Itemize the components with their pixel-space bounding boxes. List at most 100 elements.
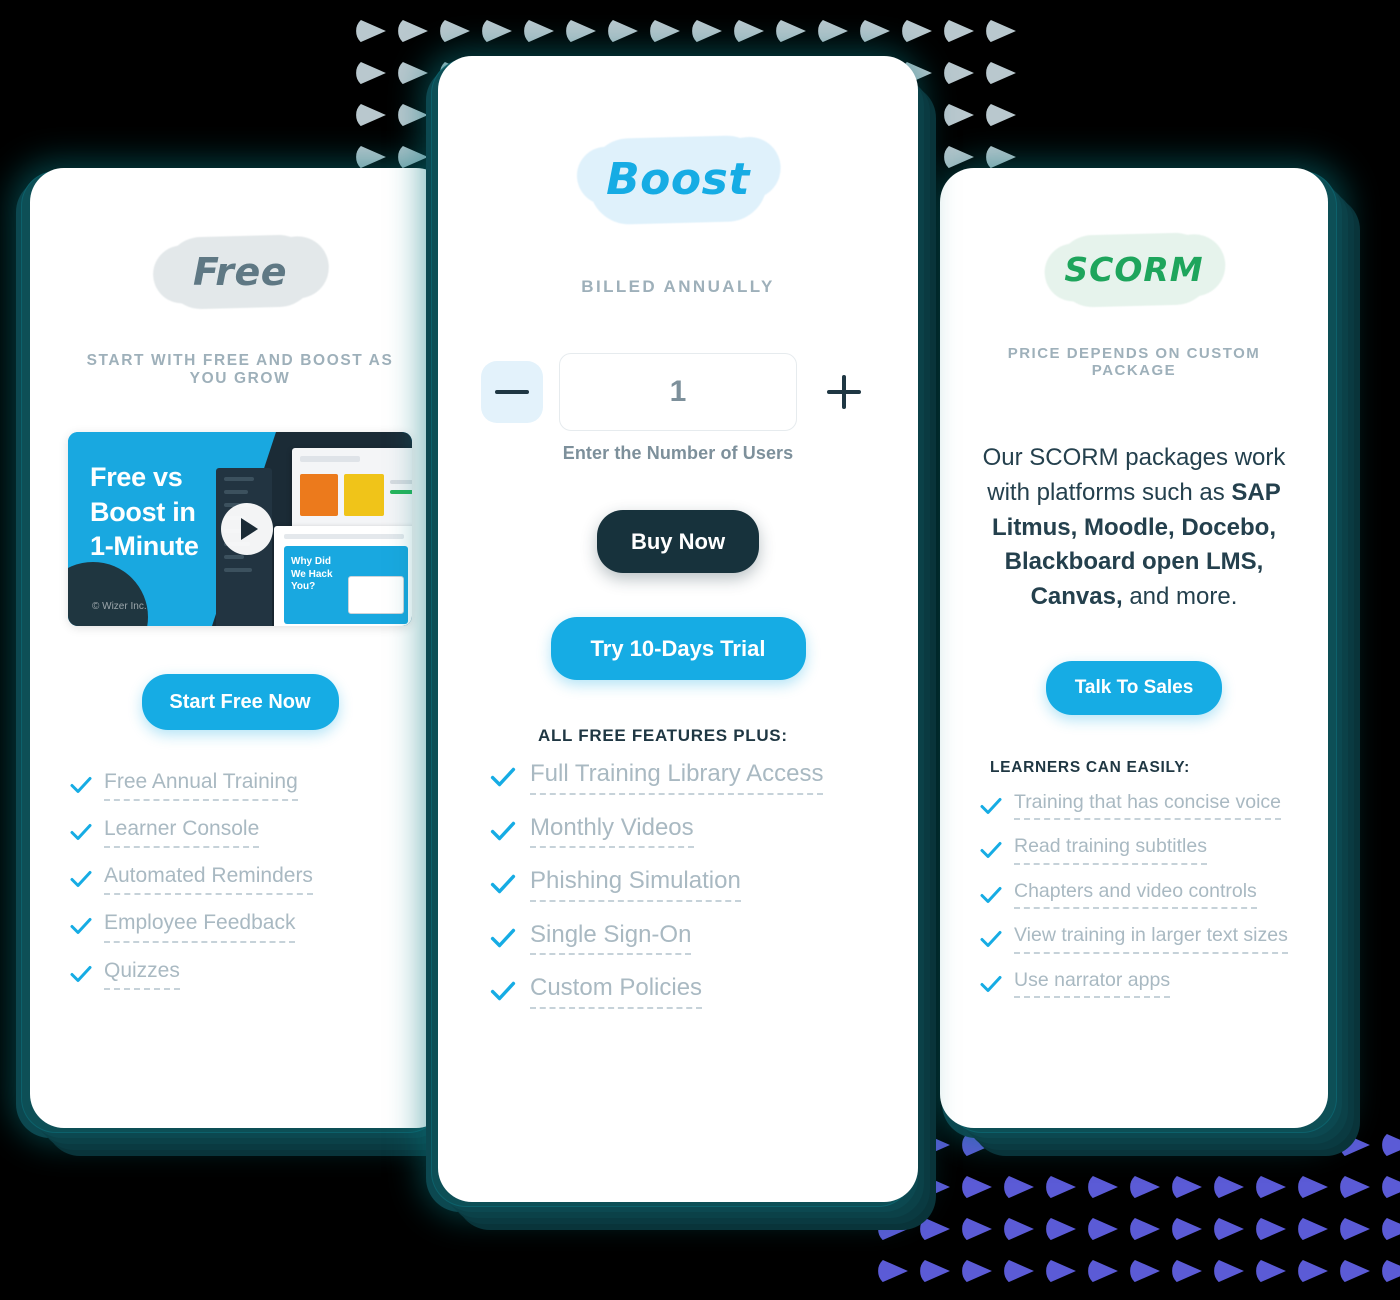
increment-button[interactable] xyxy=(813,361,875,423)
buy-now-button[interactable]: Buy Now xyxy=(597,510,759,573)
try-trial-button[interactable]: Try 10-Days Trial xyxy=(550,617,806,680)
check-icon xyxy=(68,866,94,892)
feature-label: Quizzes xyxy=(104,959,180,990)
decorative-dot xyxy=(1130,1131,1160,1159)
list-item: Use narrator apps xyxy=(978,969,1290,999)
decorative-dot xyxy=(1046,1215,1076,1243)
decorative-dot xyxy=(920,1131,950,1159)
decorative-dot xyxy=(944,101,974,129)
video-screenshot-2: Why Did We Hack You? xyxy=(274,526,412,626)
features-heading-scorm: LEARNERS CAN EASILY: xyxy=(990,758,1191,776)
decorative-dot xyxy=(608,17,638,45)
decorative-dot xyxy=(482,17,512,45)
decorative-dot xyxy=(1340,1173,1370,1201)
decorative-dot xyxy=(1172,1215,1202,1243)
feature-label: Use narrator apps xyxy=(1014,969,1171,999)
feature-label: Full Training Library Access xyxy=(530,760,824,795)
decorative-dot xyxy=(1004,1131,1034,1159)
feature-label: Monthly Videos xyxy=(530,814,694,849)
check-icon xyxy=(488,762,518,792)
feature-label: View training in larger text sizes xyxy=(1014,924,1288,954)
decorative-dot xyxy=(566,17,596,45)
decorative-dot xyxy=(920,1215,950,1243)
video-title: Free vs Boost in 1-Minute xyxy=(90,460,199,564)
play-icon[interactable] xyxy=(220,503,273,555)
list-item: Chapters and video controls xyxy=(978,880,1290,910)
decorative-dot xyxy=(1340,1215,1370,1243)
decorative-dot xyxy=(1004,1257,1034,1285)
list-item: Quizzes xyxy=(68,959,412,990)
features-list-boost: ALL FREE FEATURES PLUS: Full Training Li… xyxy=(476,726,880,1028)
decorative-dot xyxy=(944,17,974,45)
list-item: Custom Policies xyxy=(488,974,880,1009)
decorative-dot xyxy=(986,17,1016,45)
decorative-dot xyxy=(398,59,428,87)
decorative-dot xyxy=(734,17,764,45)
decorative-dot xyxy=(1214,1257,1244,1285)
billing-note-boost: BILLED ANNUALLY xyxy=(581,277,775,296)
decorative-dot xyxy=(1130,1215,1160,1243)
check-icon xyxy=(978,882,1004,908)
check-icon xyxy=(978,926,1004,952)
plan-title-free-wrap: Free xyxy=(164,234,316,310)
decorative-dot xyxy=(1088,1257,1118,1285)
decorative-dot xyxy=(1046,1173,1076,1201)
decorative-dot xyxy=(1172,1131,1202,1159)
list-item: Monthly Videos xyxy=(488,814,880,849)
decorative-dot xyxy=(1298,1131,1328,1159)
video-thumbnail-free[interactable]: Why Did We Hack You? Free vs Boost in 1-… xyxy=(68,432,412,626)
decorative-dot xyxy=(776,17,806,45)
video-inner-headline-l1: Why Did xyxy=(291,556,331,567)
list-item: Employee Feedback xyxy=(68,911,412,943)
billing-note-free: START WITH FREE AND BOOST AS YOU GROW xyxy=(86,352,394,387)
quantity-value: 1 xyxy=(669,375,687,408)
check-icon xyxy=(68,772,94,798)
decorative-dot xyxy=(1214,1215,1244,1243)
feature-label: Employee Feedback xyxy=(104,911,296,943)
decorative-dot xyxy=(356,17,386,45)
plan-title-boost: Boost xyxy=(606,154,750,205)
features-list-scorm: LEARNERS CAN EASILY: Training that has c… xyxy=(978,759,1290,1013)
pricing-card-scorm: SCORM PRICE DEPENDS ON CUSTOM PACKAGE Ou… xyxy=(940,168,1328,1128)
decorative-dot xyxy=(962,1257,992,1285)
quantity-caption: Enter the Number of Users xyxy=(562,443,794,463)
check-icon xyxy=(68,913,94,939)
decorative-dot xyxy=(878,1215,908,1243)
decorative-dot xyxy=(944,59,974,87)
video-inner-headline-l3: You? xyxy=(291,581,316,592)
decorative-dot xyxy=(1298,1257,1328,1285)
decorative-dot xyxy=(1214,1131,1244,1159)
check-icon xyxy=(68,961,94,987)
feature-label: Learner Console xyxy=(104,817,260,849)
decorative-dot xyxy=(920,1173,950,1201)
video-title-line2: Boost in xyxy=(90,496,196,527)
decorative-dot xyxy=(1382,1131,1400,1159)
decrement-button[interactable] xyxy=(481,361,543,423)
talk-to-sales-button[interactable]: Talk To Sales xyxy=(1046,660,1222,715)
feature-label: Automated Reminders xyxy=(104,864,313,896)
decorative-dot xyxy=(692,17,722,45)
feature-label: Free Annual Training xyxy=(104,770,298,802)
decorative-dot xyxy=(650,17,680,45)
boost-cta-group: Buy Now Try 10-Days Trial xyxy=(550,510,806,680)
check-icon xyxy=(978,837,1004,863)
list-item: View training in larger text sizes xyxy=(978,924,1290,954)
plan-title-free: Free xyxy=(192,250,288,294)
video-inner-headline-l2: We Hack xyxy=(291,568,333,580)
decorative-dot xyxy=(1046,1257,1076,1285)
video-screenshot-1 xyxy=(292,448,412,534)
decorative-dot xyxy=(986,59,1016,87)
quantity-stepper: 1 xyxy=(476,353,880,431)
list-item: Learner Console xyxy=(68,817,412,849)
video-title-line1: Free vs xyxy=(90,462,183,492)
start-free-now-button[interactable]: Start Free Now xyxy=(141,674,339,730)
decorative-dot xyxy=(818,17,848,45)
list-item: Full Training Library Access xyxy=(488,760,880,795)
decorative-dot xyxy=(1004,1215,1034,1243)
video-title-line3: 1-Minute xyxy=(90,531,199,562)
list-item: Read training subtitles xyxy=(978,835,1290,865)
decorative-dot xyxy=(1256,1257,1286,1285)
decorative-dot xyxy=(398,101,428,129)
quantity-input[interactable]: 1 xyxy=(559,353,797,431)
decorative-dot xyxy=(1382,1173,1400,1201)
